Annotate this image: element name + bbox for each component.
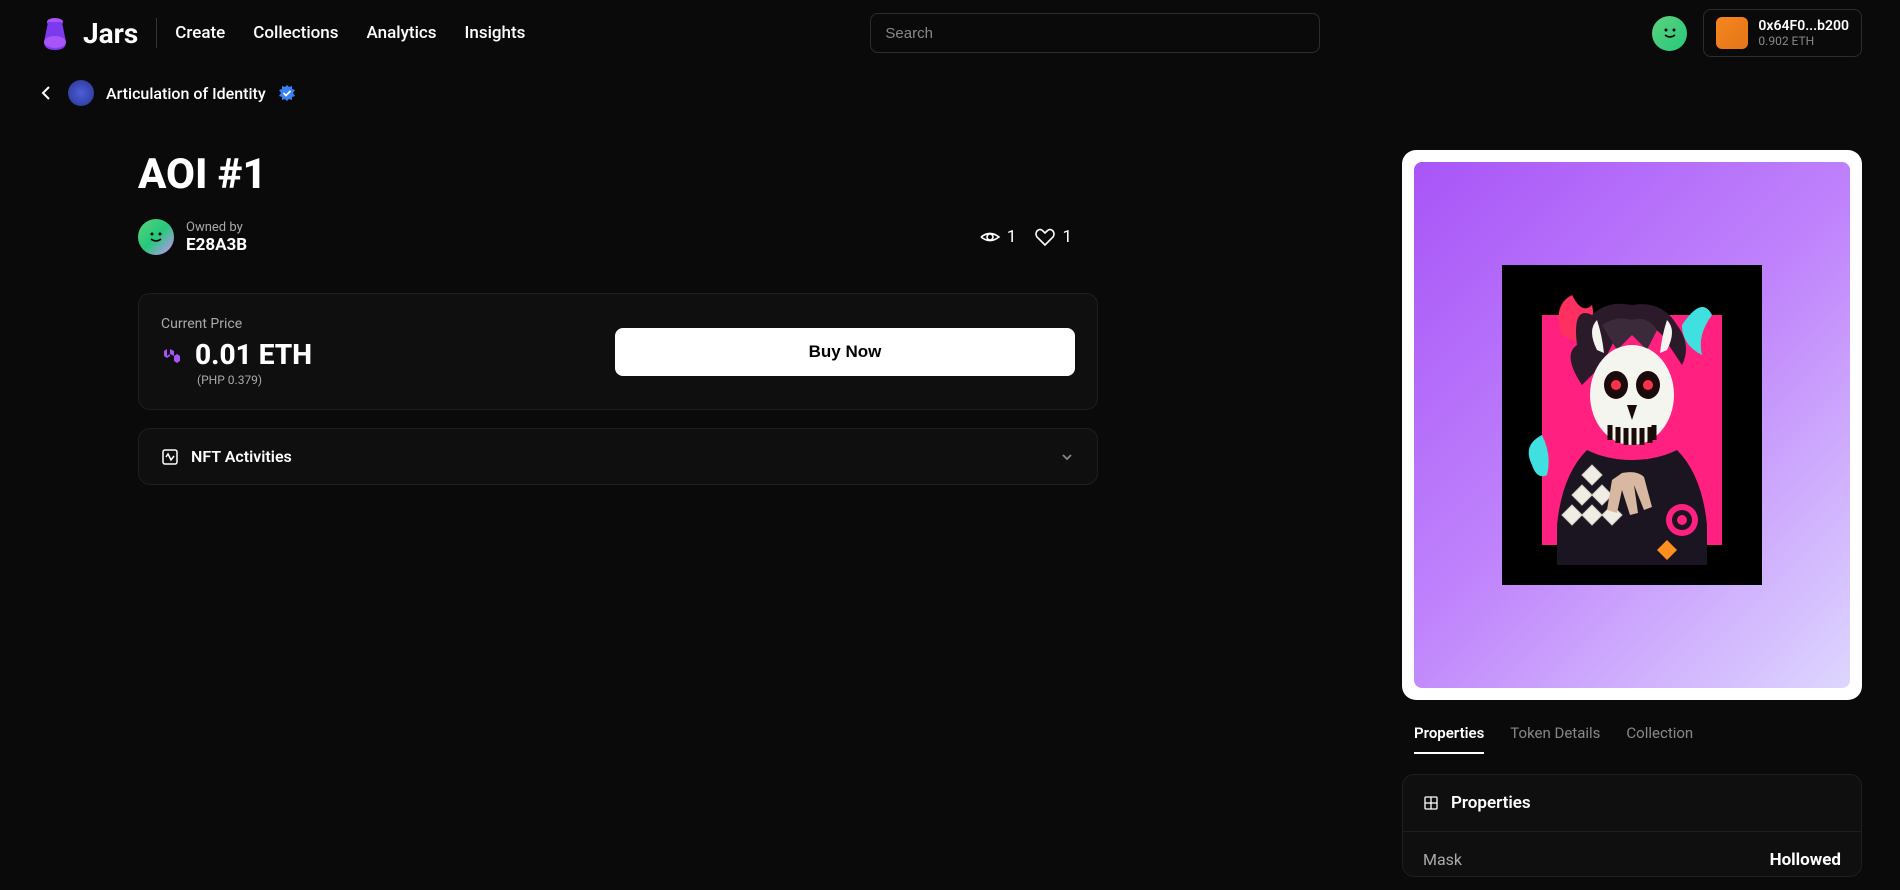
tab-collection[interactable]: Collection (1626, 724, 1693, 754)
activities-label: NFT Activities (191, 447, 292, 466)
polygon-icon (161, 344, 183, 366)
jar-logo-icon (38, 14, 73, 52)
app-header: Jars Create Collections Analytics Insigh… (0, 0, 1900, 66)
logo-section[interactable]: Jars (38, 14, 138, 52)
user-avatar[interactable] (1652, 16, 1687, 51)
collection-avatar[interactable] (68, 80, 94, 106)
owned-by-label: Owned by (186, 220, 247, 235)
owner-text: Owned by E28A3B (186, 220, 247, 255)
main-nav: Create Collections Analytics Insights (175, 23, 525, 43)
nav-create[interactable]: Create (175, 23, 225, 43)
owner-id: E28A3B (186, 235, 247, 255)
buy-now-button[interactable]: Buy Now (615, 328, 1075, 376)
left-column: AOI #1 Owned by E28A3B (38, 150, 1362, 877)
chevron-down-icon (1059, 449, 1075, 465)
views-count: 1 (1007, 227, 1017, 247)
metamask-icon (1716, 17, 1748, 49)
wallet-button[interactable]: 0x64F0...b200 0.902 ETH (1703, 9, 1862, 57)
likes-count: 1 (1062, 227, 1072, 247)
price-info: Current Price 0.01 ETH (PHP 0.379) (161, 316, 312, 387)
stats-row: 1 1 (979, 226, 1072, 248)
price-row: 0.01 ETH (161, 338, 312, 371)
property-row: Mask Hollowed (1403, 832, 1861, 876)
property-value: Hollowed (1770, 850, 1841, 870)
property-key: Mask (1423, 850, 1462, 870)
price-card: Current Price 0.01 ETH (PHP 0.379) Buy N… (138, 293, 1098, 410)
owner-avatar-face-icon (146, 227, 166, 247)
collection-name[interactable]: Articulation of Identity (106, 84, 266, 103)
nav-divider (156, 18, 157, 48)
owner-section[interactable]: Owned by E28A3B (138, 219, 247, 255)
brand-name: Jars (83, 17, 138, 50)
nft-artwork[interactable] (1502, 265, 1762, 585)
nav-collections[interactable]: Collections (253, 23, 338, 43)
tab-token-details[interactable]: Token Details (1510, 724, 1600, 754)
properties-panel-title: Properties (1451, 793, 1531, 813)
price-value: 0.01 ETH (195, 338, 312, 371)
price-fiat: (PHP 0.379) (197, 373, 312, 387)
breadcrumb: Articulation of Identity (0, 66, 1900, 120)
wallet-info: 0x64F0...b200 0.902 ETH (1758, 18, 1849, 48)
activity-icon (161, 448, 179, 466)
properties-panel-header: Properties (1403, 775, 1861, 832)
properties-panel: Properties Mask Hollowed (1402, 774, 1862, 877)
main-content: AOI #1 Owned by E28A3B (0, 120, 1900, 877)
grid-icon (1423, 795, 1439, 811)
heart-icon (1034, 226, 1056, 248)
header-right: 0x64F0...b200 0.902 ETH (1652, 9, 1862, 57)
wallet-balance: 0.902 ETH (1758, 34, 1849, 48)
activities-accordion[interactable]: NFT Activities (138, 428, 1098, 485)
nav-analytics[interactable]: Analytics (367, 23, 437, 43)
search-box[interactable] (870, 13, 1320, 53)
nav-insights[interactable]: Insights (465, 23, 526, 43)
avatar-face-icon (1660, 23, 1680, 43)
back-arrow-icon[interactable] (38, 84, 56, 102)
likes-stat[interactable]: 1 (1034, 226, 1072, 248)
nft-image-frame (1402, 150, 1862, 700)
price-label: Current Price (161, 316, 312, 332)
owner-stats-row: Owned by E28A3B 1 1 (138, 219, 1362, 255)
search-input[interactable] (885, 25, 1305, 42)
verified-badge-icon (278, 84, 296, 102)
eye-icon (979, 226, 1001, 248)
activities-header: NFT Activities (161, 447, 292, 466)
nft-title: AOI #1 (138, 150, 1362, 199)
owner-avatar (138, 219, 174, 255)
wallet-address: 0x64F0...b200 (1758, 18, 1849, 34)
detail-tabs: Properties Token Details Collection (1402, 724, 1862, 754)
right-column: Properties Token Details Collection Prop… (1402, 150, 1862, 877)
tab-properties[interactable]: Properties (1414, 724, 1484, 754)
nft-image-bg (1414, 162, 1850, 688)
views-stat: 1 (979, 226, 1017, 248)
